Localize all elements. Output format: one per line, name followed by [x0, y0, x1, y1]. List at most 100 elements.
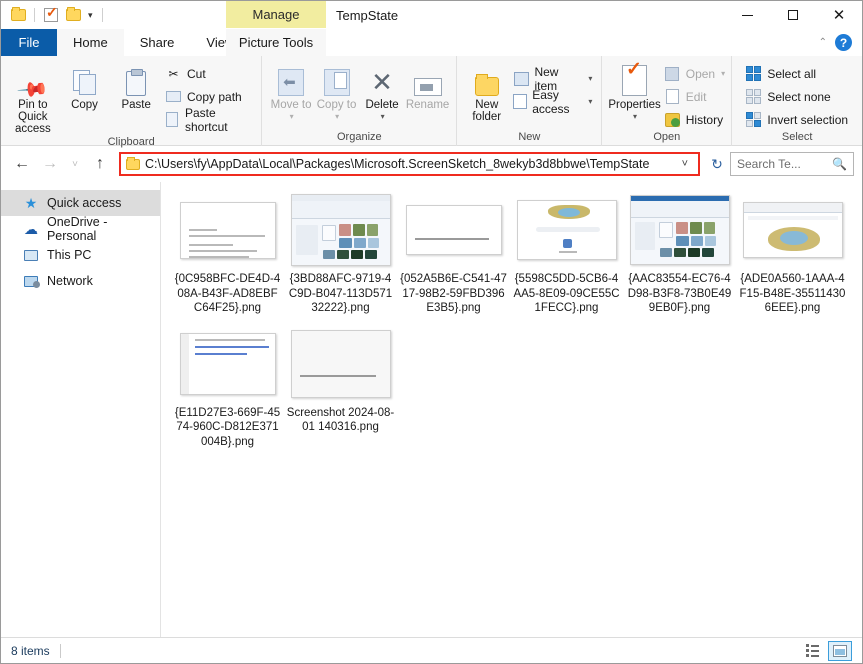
chevron-down-icon[interactable]: ▾ — [86, 10, 95, 21]
paste-icon — [126, 64, 147, 96]
list-item[interactable]: {E11D27E3-669F-4574-960C-D812E371004B}.p… — [171, 324, 284, 458]
chevron-down-icon[interactable]: ▾ — [381, 111, 385, 123]
forward-button[interactable]: → — [37, 151, 63, 177]
paste-shortcut-icon — [165, 111, 180, 128]
sidebar-item-this-pc[interactable]: This PC — [1, 242, 160, 268]
search-input[interactable]: Search Te... 🔍 — [730, 152, 854, 176]
group-label-select: Select — [781, 131, 813, 143]
pin-to-quick-access-button[interactable]: 📌 Pin to Quick access — [7, 60, 59, 135]
search-icon: 🔍 — [832, 157, 847, 171]
rename-button[interactable]: Rename — [405, 60, 451, 111]
list-item[interactable]: {ADE0A560-1AAA-4F15-B48E-355114306EEE}.p… — [736, 190, 849, 324]
chevron-down-icon[interactable]: ▾ — [633, 111, 637, 123]
details-view-button[interactable] — [800, 641, 824, 661]
list-item[interactable]: {3BD88AFC-9719-4C9D-B047-113D57132222}.p… — [284, 190, 397, 324]
up-icon: ↑ — [96, 155, 104, 172]
tab-picture-tools[interactable]: Picture Tools — [226, 29, 326, 56]
paste-button[interactable]: Paste — [110, 60, 162, 111]
tab-home[interactable]: Home — [57, 29, 124, 56]
open-button[interactable]: Open ▾ — [661, 63, 728, 84]
window-controls: ✕ — [724, 1, 862, 29]
edit-label: Edit — [685, 89, 707, 104]
tab-file-label: File — [18, 35, 40, 50]
select-all-label: Select all — [767, 66, 817, 81]
navigation-pane: ★ Quick access ☁ OneDrive - Personal Thi… — [1, 182, 161, 637]
close-button[interactable]: ✕ — [816, 1, 862, 29]
list-item[interactable]: {0C958BFC-DE4D-408A-B43F-AD8EBFC64F25}.p… — [171, 190, 284, 324]
delete-button[interactable]: ✕ Delete ▾ — [359, 60, 405, 123]
status-bar: 8 items — [1, 637, 862, 663]
up-button[interactable]: ↑ — [87, 151, 113, 177]
sidebar-item-onedrive[interactable]: ☁ OneDrive - Personal — [1, 215, 160, 243]
refresh-button[interactable]: ↻ — [706, 152, 728, 176]
copy-button[interactable]: Copy — [59, 60, 111, 111]
file-thumbnail — [405, 205, 502, 255]
chevron-down-icon[interactable]: ▾ — [588, 74, 592, 83]
new-folder-button[interactable]: New folder — [463, 60, 510, 123]
large-icons-view-button[interactable] — [828, 640, 852, 661]
cut-button[interactable]: ✂ Cut — [162, 63, 255, 84]
copy-to-icon — [323, 64, 350, 96]
view-mode-buttons — [800, 640, 852, 661]
maximize-button[interactable] — [770, 1, 816, 29]
computer-icon — [23, 247, 39, 263]
list-item[interactable]: {5598C5DD-5CB6-4AA5-8E09-09CE55C1FECC}.p… — [510, 190, 623, 324]
sidebar-item-quick-access[interactable]: ★ Quick access — [1, 190, 160, 216]
move-to-label: Move to — [270, 99, 312, 111]
easy-access-button[interactable]: Easy access ▾ — [510, 88, 595, 116]
details-view-icon — [805, 644, 819, 657]
file-thumbnail — [290, 329, 391, 398]
tab-share[interactable]: Share — [124, 29, 191, 56]
chevron-down-icon[interactable]: ▾ — [588, 97, 592, 106]
history-button[interactable]: History — [661, 109, 728, 130]
list-item[interactable]: Screenshot 2024-08-01 140316.png — [284, 324, 397, 458]
address-bar: ← → ˅ ↑ C:\Users\fy\AppData\Local\Packag… — [1, 146, 862, 182]
tab-picture-tools-label: Picture Tools — [238, 35, 314, 50]
sidebar-item-label: Network — [47, 274, 93, 288]
chevron-down-icon[interactable]: ▾ — [721, 69, 725, 78]
search-placeholder: Search Te... — [737, 157, 801, 171]
rename-label: Rename — [405, 99, 450, 111]
file-list-pane[interactable]: {0C958BFC-DE4D-408A-B43F-AD8EBFC64F25}.p… — [161, 182, 862, 637]
sidebar-item-network[interactable]: Network — [1, 268, 160, 294]
help-icon[interactable]: ? — [835, 34, 852, 51]
tab-home-label: Home — [73, 35, 108, 50]
folder-icon[interactable] — [9, 6, 27, 24]
tab-file[interactable]: File — [1, 29, 57, 56]
contextual-tab-manage[interactable]: Manage — [226, 1, 326, 28]
new-item-button[interactable]: New item ▾ — [510, 65, 595, 93]
list-item[interactable]: {052A5B6E-C541-4717-98B2-59FBD396E3B5}.p… — [397, 190, 510, 324]
list-item[interactable]: {AAC83554-EC76-4D98-B3F8-73B0E499EB0F}.p… — [623, 190, 736, 324]
open-small-buttons: Open ▾ Edit History — [661, 60, 728, 130]
folder-icon — [126, 156, 140, 170]
path-input[interactable]: C:\Users\fy\AppData\Local\Packages\Micro… — [119, 152, 700, 176]
thumbnail-wrap — [741, 194, 845, 266]
rename-icon — [413, 64, 442, 96]
select-none-label: Select none — [767, 89, 831, 104]
chevron-down-icon[interactable]: ˅ — [674, 158, 696, 170]
copy-to-button[interactable]: Copy to ▾ — [314, 60, 360, 123]
file-thumbnail — [629, 195, 730, 265]
new-folder-quick-icon[interactable] — [64, 6, 82, 24]
invert-selection-button[interactable]: Invert selection — [742, 109, 851, 130]
chevron-down-icon[interactable]: ▾ — [290, 111, 294, 123]
select-all-icon — [745, 65, 762, 82]
select-all-button[interactable]: Select all — [742, 63, 851, 84]
collapse-ribbon-icon[interactable]: ⌃ — [819, 37, 827, 48]
recent-locations-button[interactable]: ˅ — [65, 151, 85, 177]
select-none-button[interactable]: Select none — [742, 86, 851, 107]
back-button[interactable]: ← — [9, 151, 35, 177]
properties-button[interactable]: Properties ▾ — [608, 60, 660, 123]
checkbox-icon[interactable] — [42, 4, 60, 24]
thumbnail-wrap — [402, 194, 506, 266]
chevron-down-icon[interactable]: ▾ — [335, 111, 339, 123]
invert-selection-label: Invert selection — [767, 112, 849, 127]
minimize-button[interactable] — [724, 1, 770, 29]
edit-button[interactable]: Edit — [661, 86, 728, 107]
thumbnail-wrap — [289, 194, 393, 266]
paste-shortcut-button[interactable]: Paste shortcut — [162, 106, 255, 134]
file-thumbnail — [179, 201, 276, 259]
copy-path-button[interactable]: Copy path — [162, 86, 255, 107]
move-to-button[interactable]: ⬅ Move to ▾ — [268, 60, 314, 123]
new-small-buttons: New item ▾ Easy access ▾ — [510, 60, 595, 116]
